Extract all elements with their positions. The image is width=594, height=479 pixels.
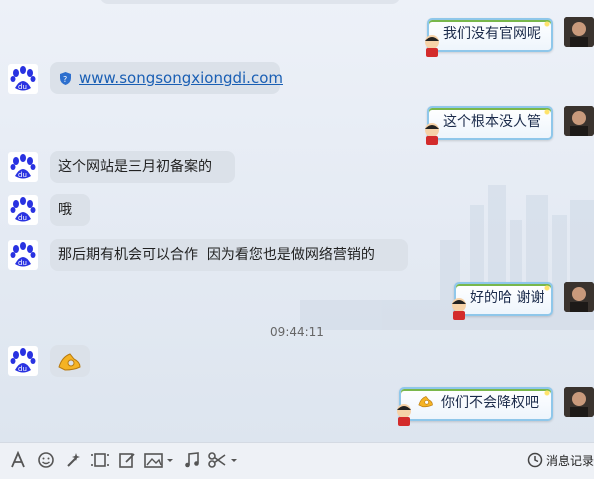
avatar[interactable] [564,387,594,417]
svg-text:du: du [18,83,27,91]
emoji-face-icon [38,452,54,468]
chat-history-panel: 我们没有官网呢 du ? www.songsongxiongdi.com 这个根… [0,0,594,442]
message-bubble-incoming[interactable]: ? www.songsongxiongdi.com [50,62,283,94]
message-bubble-outgoing[interactable]: 你们不会降权吧 [399,387,553,421]
svg-text:du: du [18,365,27,373]
cartoon-sticker-icon [452,298,466,320]
emoji-button[interactable] [36,449,56,471]
scissors-icon [208,452,237,468]
previous-message-edge [100,0,400,4]
avatar[interactable]: du [8,152,38,182]
message-bubble-outgoing[interactable]: 这个根本没人管 [427,106,553,140]
svg-text:du: du [18,171,27,179]
magic-button[interactable] [63,449,83,471]
message-bubble-incoming[interactable]: 哦 [50,194,90,226]
user-photo-icon [564,282,594,312]
message-history-button[interactable]: 消息记录 [527,449,594,471]
message-text: 你们不会降权吧 [441,395,539,411]
message-text: 哦 [58,202,72,218]
image-button[interactable] [143,449,175,471]
website-link[interactable]: www.songsongxiongdi.com [79,69,283,87]
message-bubble-incoming[interactable] [50,345,90,377]
scissors-button[interactable] [208,449,240,471]
svg-text:du: du [18,259,27,267]
cartoon-sticker-icon [425,123,439,145]
font-button[interactable] [8,449,28,471]
user-photo-icon [564,387,594,417]
input-toolbar: 消息记录 [0,442,594,479]
message-bubble-outgoing[interactable]: 我们没有官网呢 [427,18,553,52]
avatar[interactable]: du [8,64,38,94]
music-note-icon [185,452,199,468]
music-button[interactable] [182,449,202,471]
baidu-paw-icon: du [10,197,36,222]
message-text: 好的哈 谢谢 [470,290,545,306]
svg-text:du: du [18,214,27,222]
font-icon [11,451,25,468]
ok-hand-emoji-icon [58,353,81,371]
message-text: 这个网站是三月初备案的 [58,159,212,175]
screen-capture-button[interactable] [89,449,111,471]
image-icon [144,453,173,468]
edit-button[interactable] [117,449,137,471]
magic-wand-icon [67,453,80,467]
svg-text:?: ? [63,75,67,84]
avatar[interactable]: du [8,346,38,376]
message-text: 那后期有机会可以合作 因为看您也是做网络营销的 [58,247,375,263]
baidu-paw-icon: du [10,154,36,179]
avatar[interactable] [564,282,594,312]
avatar[interactable] [564,106,594,136]
message-bubble-incoming[interactable]: 这个网站是三月初备案的 [50,151,235,183]
message-text: 这个根本没人管 [443,114,541,130]
edit-icon [119,453,135,468]
message-history-label: 消息记录 [545,453,594,468]
avatar[interactable] [564,17,594,47]
clock-icon [527,452,543,468]
user-photo-icon [564,17,594,47]
user-photo-icon [564,106,594,136]
cartoon-sticker-icon [425,35,439,57]
verified-shield-icon: ? [60,72,71,85]
baidu-paw-icon: du [10,242,36,267]
message-text: 我们没有官网呢 [443,26,541,42]
baidu-paw-icon: du [10,66,36,91]
screen-capture-icon [91,453,109,467]
avatar[interactable]: du [8,240,38,270]
message-bubble-incoming[interactable]: 那后期有机会可以合作 因为看您也是做网络营销的 [50,239,408,271]
cartoon-sticker-icon [397,404,411,426]
avatar[interactable]: du [8,195,38,225]
message-timestamp: 09:44:11 [270,325,324,339]
baidu-paw-icon: du [10,348,36,373]
